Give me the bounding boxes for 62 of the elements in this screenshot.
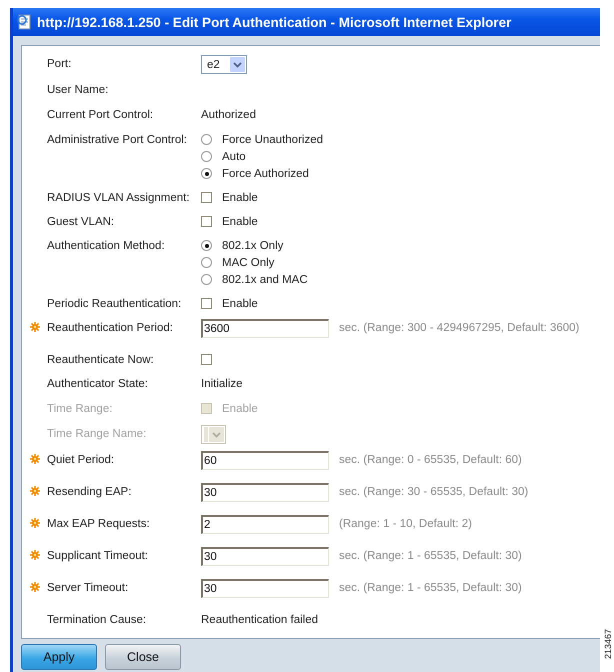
option-label: Force Unauthorized xyxy=(222,134,323,146)
hint-text: sec. (Range: 1 - 65535, Default: 30) xyxy=(339,550,522,562)
option-label: 802.1x and MAC xyxy=(222,274,308,286)
checkbox[interactable] xyxy=(201,216,212,227)
close-button[interactable]: Close xyxy=(105,644,181,670)
field-label: Periodic Reauthentication: xyxy=(47,297,182,312)
field-label: RADIUS VLAN Assignment: xyxy=(47,191,191,206)
field-label: Max EAP Requests: xyxy=(47,517,151,532)
field-label: Current Port Control: xyxy=(47,108,154,123)
option-label: MAC Only xyxy=(222,256,274,268)
caret-icon xyxy=(233,62,242,68)
checkbox[interactable] xyxy=(201,354,212,365)
field-label: Quiet Period: xyxy=(47,453,116,468)
field-label: Time Range: xyxy=(47,402,114,417)
page-icon xyxy=(17,14,33,30)
field-label: Authentication Method: xyxy=(47,239,166,254)
number-field[interactable]: 2 xyxy=(201,514,329,534)
number-field[interactable]: 3600 xyxy=(201,318,329,338)
field-value: Authorized xyxy=(201,108,256,123)
apply-button[interactable]: Apply xyxy=(21,644,97,670)
radio-button[interactable] xyxy=(201,274,212,285)
hint-text: sec. (Range: 1 - 65535, Default: 30) xyxy=(339,582,522,594)
field-value: Initialize xyxy=(201,377,243,392)
option-label: Enable xyxy=(222,192,258,204)
checkbox[interactable] xyxy=(201,192,212,203)
hint-text: sec. (Range: 300 - 4294967295, Default: 3600) xyxy=(339,322,580,334)
field-value: Reauthentication failed xyxy=(201,613,318,628)
hint-text: sec. (Range: 30 - 65535, Default: 30) xyxy=(339,486,528,498)
window-title: http://192.168.1.250 - Edit Port Authentication - Microsoft Internet Explorer xyxy=(37,14,512,30)
field-label: Guest VLAN: xyxy=(47,215,116,230)
option-label: Force Authorized xyxy=(222,168,309,180)
radio-button[interactable] xyxy=(201,134,212,145)
checkbox[interactable] xyxy=(201,298,212,309)
field-label: Reauthenticate Now: xyxy=(47,353,155,368)
option-label: Enable xyxy=(222,402,258,414)
option-label: Enable xyxy=(222,298,258,310)
number-field[interactable]: 30 xyxy=(201,482,329,502)
field-label: Time Range Name: xyxy=(47,427,148,442)
option-label: Enable xyxy=(222,216,258,228)
field-label: Termination Cause: xyxy=(47,613,148,628)
hint-text: (Range: 1 - 10, Default: 2) xyxy=(339,518,472,530)
radio-button[interactable] xyxy=(201,151,212,162)
number-field[interactable]: 60 xyxy=(201,450,329,470)
number-field[interactable]: 30 xyxy=(201,546,329,566)
field-label: Administrative Port Control: xyxy=(47,133,188,148)
radio-button[interactable] xyxy=(201,257,212,268)
radio-button[interactable] xyxy=(201,240,212,251)
figure-number: 213467 xyxy=(603,628,613,659)
number-field[interactable]: 30 xyxy=(201,578,329,598)
field-label: Resending EAP: xyxy=(47,485,132,500)
option-label: Auto xyxy=(222,150,246,162)
radio-button[interactable] xyxy=(201,168,212,179)
field-label: Server Timeout: xyxy=(47,581,130,596)
field-label: Port: xyxy=(47,57,72,72)
field-label: Supplicant Timeout: xyxy=(47,549,150,564)
option-label: 802.1x Only xyxy=(222,240,284,252)
field-label: Reauthentication Period: xyxy=(47,321,174,336)
hint-text: sec. (Range: 0 - 65535, Default: 60) xyxy=(339,454,522,466)
field-label: User Name: xyxy=(47,83,110,98)
dropdown-field[interactable]: e2 xyxy=(201,55,247,74)
field-label: Authenticator State: xyxy=(47,377,150,392)
caret-icon xyxy=(212,432,221,438)
